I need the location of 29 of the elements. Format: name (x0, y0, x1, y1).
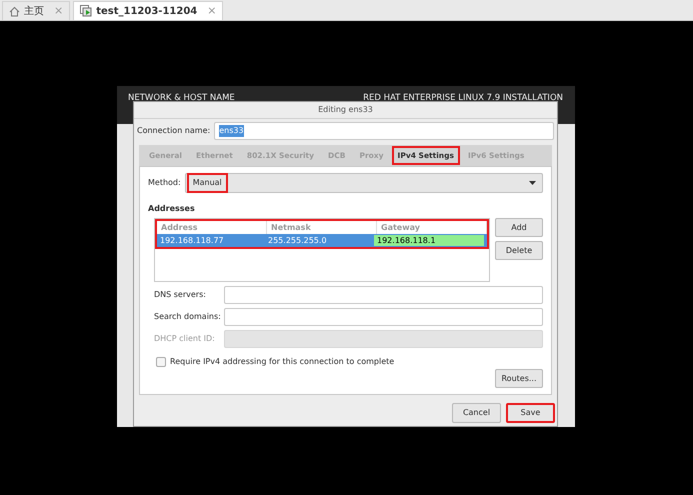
field-label: Method: (148, 177, 181, 189)
dialog-title: Editing ens33 (134, 102, 557, 119)
checkbox[interactable] (156, 357, 166, 367)
table-row[interactable]: 192.168.118.77 255.255.255.0 192.168.118.1 (157, 234, 487, 247)
routes-button[interactable]: Routes... (495, 369, 543, 388)
field-label: Search domains: (154, 311, 222, 323)
tab-label: test_11203-11204 (96, 4, 198, 18)
dropdown-arrow-icon (529, 181, 536, 185)
field-label: DHCP client ID: (154, 333, 216, 345)
gateway-input[interactable]: 192.168.118.1 (373, 234, 485, 247)
field-label: DNS servers: (154, 289, 207, 301)
text-field[interactable] (224, 308, 543, 326)
field-label: Connection name: (137, 125, 210, 137)
section-title: Addresses (148, 203, 196, 215)
text-field[interactable] (224, 286, 543, 304)
table-cell-text: 192.168.118.77 (159, 235, 225, 247)
dialog-button[interactable]: Save (506, 403, 555, 423)
installer-title: NETWORK & HOST NAME (128, 92, 235, 105)
table-button[interactable]: Delete (495, 241, 543, 260)
table-cell-text: 255.255.255.0 (267, 235, 328, 247)
browser-tab[interactable]: 主页 × (2, 1, 70, 20)
method-dropdown[interactable]: Manual (184, 173, 543, 193)
dialog-button[interactable]: Cancel (452, 403, 501, 423)
home-icon (9, 6, 20, 16)
browser-tab[interactable]: test_11203-11204 × (73, 1, 224, 20)
table-button[interactable]: Add (495, 218, 543, 237)
virtual-machine-icon (80, 5, 92, 17)
checkbox-label: Require IPv4 addressing for this connection to complete (170, 356, 394, 368)
tab-label: 主页 (24, 4, 44, 18)
